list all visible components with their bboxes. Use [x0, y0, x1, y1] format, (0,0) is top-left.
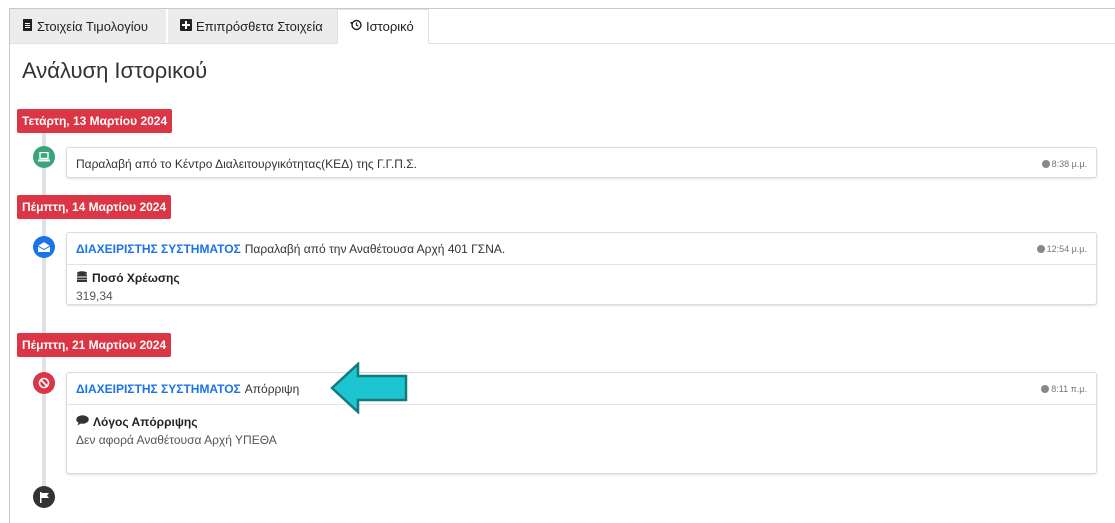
user-link[interactable]: ΔΙΑΧΕΙΡΙΣΤΗΣ ΣΥΣΤΗΜΑΤΟΣ	[76, 242, 241, 256]
page-title: Ανάλυση Ιστορικού	[22, 58, 208, 83]
timeline-card: ΔΙΑΧΕΙΡΙΣΤΗΣ ΣΥΣΤΗΜΑΤΟΣ Παραλαβή από την…	[66, 232, 1097, 305]
time-label: 8:11 π.μ.	[1051, 383, 1087, 394]
tab-invoice-details[interactable]: Στοιχεία Τιμολογίου	[10, 9, 166, 43]
time-label: 12:54 μ.μ.	[1046, 243, 1087, 254]
tab-history[interactable]: Ιστορικό	[337, 9, 429, 44]
ban-icon	[33, 372, 55, 394]
date-badge: Πέμπτη, 14 Μαρτίου 2024	[17, 195, 172, 219]
comment-icon	[76, 415, 89, 429]
clock-icon	[1041, 159, 1050, 168]
timeline-line	[42, 110, 46, 500]
clock-icon	[1036, 244, 1045, 253]
detail-label-text: Λόγος Απόρριψης	[93, 415, 198, 429]
detail-label: Ποσό Χρέωσης	[76, 271, 1087, 285]
coins-icon	[76, 271, 88, 285]
date-badge: Πέμπτη, 21 Μαρτίου 2024	[17, 333, 172, 357]
tab-bar: Στοιχεία Τιμολογίου Επιπρόσθετα Στοιχεία…	[10, 9, 1115, 44]
event-text: Παραλαβή από την Αναθέτουσα Αρχή 401 ΓΣΝ…	[244, 241, 506, 256]
envelope-open-icon	[33, 236, 55, 258]
event-text: Απόρριψη	[244, 381, 300, 396]
user-link[interactable]: ΔΙΑΧΕΙΡΙΣΤΗΣ ΣΥΣΤΗΜΑΤΟΣ	[76, 382, 241, 396]
tab-additional-details[interactable]: Επιπρόσθετα Στοιχεία	[168, 9, 337, 43]
detail-value: 319,34	[76, 289, 113, 303]
laptop-icon	[33, 146, 55, 168]
detail-label-text: Ποσό Χρέωσης	[92, 271, 180, 285]
detail-value: Δεν αφορά Αναθέτουσα Αρχή ΥΠΕΘΑ	[76, 433, 277, 447]
detail-label: Λόγος Απόρριψης	[76, 415, 1087, 429]
event-text: Παραλαβή από το Κέντρο Διαλειτουργικότητ…	[76, 156, 417, 171]
flag-icon	[33, 486, 55, 508]
time-label: 8:38 μ.μ.	[1051, 158, 1087, 169]
timeline-card: Παραλαβή από το Κέντρο Διαλειτουργικότητ…	[66, 147, 1097, 178]
event-time: 12:54 μ.μ.	[1036, 233, 1087, 264]
plus-square-icon	[180, 18, 192, 34]
timeline-card: ΔΙΑΧΕΙΡΙΣΤΗΣ ΣΥΣΤΗΜΑΤΟΣ Απόρριψη 8:11 π.…	[66, 372, 1097, 474]
arrow-annotation-icon	[330, 362, 408, 414]
event-time: 8:11 π.μ.	[1041, 373, 1087, 404]
tab-label: Επιπρόσθετα Στοιχεία	[196, 18, 323, 34]
clock-icon	[1041, 384, 1050, 393]
file-invoice-icon	[22, 18, 33, 34]
history-icon	[350, 19, 362, 34]
tab-label: Ιστορικό	[366, 19, 414, 34]
tab-label: Στοιχεία Τιμολογίου	[37, 18, 148, 34]
event-time: 8:38 μ.μ.	[1041, 148, 1087, 179]
date-badge: Τετάρτη, 13 Μαρτίου 2024	[17, 109, 173, 133]
